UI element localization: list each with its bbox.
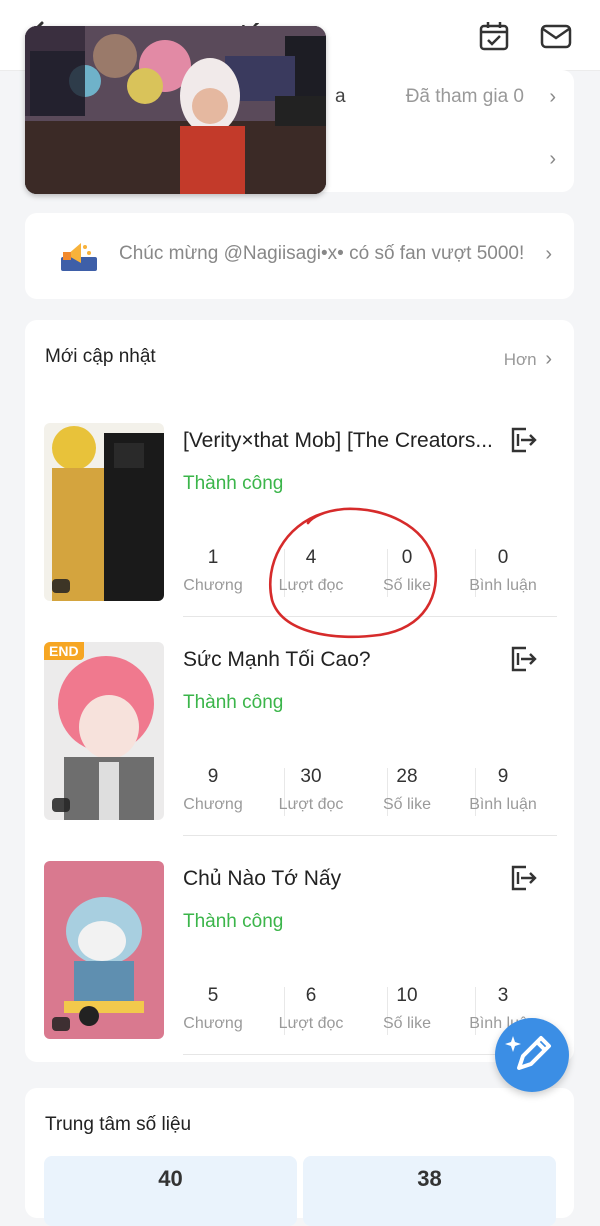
stat-value: 0 (401, 547, 413, 568)
story-status: Thành công (183, 911, 284, 932)
stat-label: Số like (382, 796, 432, 813)
story-title: Chủ Nào Tớ Nấy (183, 867, 342, 890)
mail-icon[interactable] (540, 20, 572, 52)
section-title: Mới cập nhật (45, 346, 156, 367)
story-cover[interactable] (44, 423, 164, 601)
stat-value: 10 (396, 985, 418, 1006)
exit-icon[interactable] (508, 863, 538, 893)
write-fab-button[interactable] (495, 1018, 569, 1092)
story-item[interactable]: END Sức Mạnh Tối Cao? Thành công 9 Chươn… (25, 642, 574, 842)
stat-label: Số like (382, 577, 432, 594)
story-cover[interactable] (44, 861, 164, 1039)
stat-chapters: 9 Chương (165, 762, 261, 820)
more-link[interactable]: Hơn › (504, 348, 552, 371)
stat-value: 5 (207, 985, 219, 1006)
data-box[interactable]: 40 (44, 1156, 297, 1226)
chevron-right-icon: › (549, 86, 556, 108)
end-badge: END (44, 642, 84, 660)
data-center-card: Trung tâm số liệu 40 38 (25, 1088, 574, 1226)
story-status: Thành công (183, 473, 284, 494)
stat-reads: 30 Lượt đọc (263, 762, 359, 820)
section-title: Trung tâm số liệu (45, 1114, 192, 1135)
chevron-right-icon: › (549, 148, 556, 170)
stat-value: 30 (300, 766, 322, 787)
stat-value: 28 (396, 766, 418, 787)
stat-likes: 28 Số like (359, 762, 455, 820)
story-title: Sức Mạnh Tối Cao? (183, 648, 371, 671)
stat-comments: 9 Bình luận (455, 762, 551, 820)
stat-reads: 4 Lượt đọc (263, 543, 359, 601)
stat-label: Chương (183, 796, 243, 813)
stat-value: 0 (497, 547, 509, 568)
stat-label: Lượt đọc (278, 796, 344, 813)
story-item[interactable]: Chủ Nào Tớ Nấy Thành công 5 Chương 6 Lượ… (25, 861, 574, 1061)
stat-label: Chương (183, 1015, 243, 1032)
divider (183, 835, 557, 836)
notice-banner[interactable]: Chúc mừng @Nagiisagi•x• có số fan vượt 5… (25, 213, 574, 299)
stat-value: 4 (305, 547, 317, 568)
video-frame (25, 26, 326, 194)
divider (183, 616, 557, 617)
megaphone-icon (61, 243, 97, 271)
pip-video-overlay[interactable] (25, 26, 326, 194)
stat-likes: 10 Số like (359, 981, 455, 1039)
stat-label: Lượt đọc (278, 577, 344, 594)
stat-reads: 6 Lượt đọc (263, 981, 359, 1039)
stat-value: 1 (207, 547, 219, 568)
story-title: [Verity×that Mob] [The Creators... (183, 429, 493, 452)
cover-art (44, 642, 164, 820)
stat-value: 9 (207, 766, 219, 787)
stat-value: 6 (305, 985, 317, 1006)
story-stats: 1 Chương 4 Lượt đọc 0 Số like 0 Bình luậ… (165, 543, 557, 601)
exit-icon[interactable] (508, 425, 538, 455)
stat-comments: 0 Bình luận (455, 543, 551, 601)
stat-chapters: 5 Chương (165, 981, 261, 1039)
stat-value: 9 (497, 766, 509, 787)
stat-label: Bình luận (469, 577, 537, 594)
comment-icon (52, 579, 70, 593)
comment-icon (52, 1017, 70, 1031)
stat-value: 3 (497, 985, 509, 1006)
stat-label: Bình luận (469, 796, 537, 813)
story-status: Thành công (183, 692, 284, 713)
data-box[interactable]: 38 (303, 1156, 556, 1226)
stat-label: Số like (382, 1015, 432, 1032)
joined-count: Đã tham gia 0 (405, 86, 524, 107)
notice-text: Chúc mừng @Nagiisagi•x• có số fan vượt 5… (119, 243, 525, 264)
more-label: Hơn (503, 350, 537, 369)
cover-art (44, 423, 164, 601)
comment-icon (52, 798, 70, 812)
stat-label: Lượt đọc (278, 1015, 344, 1032)
chevron-right-icon: › (545, 348, 552, 370)
exit-icon[interactable] (508, 644, 538, 674)
story-item[interactable]: [Verity×that Mob] [The Creators... Thành… (25, 423, 574, 623)
data-value: 38 (417, 1166, 442, 1191)
story-cover[interactable]: END (44, 642, 164, 820)
stat-label: Chương (183, 577, 243, 594)
chevron-right-icon: › (545, 243, 552, 265)
pencil-sparkle-icon (505, 1036, 551, 1070)
data-value: 40 (158, 1166, 183, 1191)
recent-updates-card: Mới cập nhật Hơn › [Verity×that Mob] [Th… (25, 320, 574, 1062)
row-name: a (335, 86, 346, 107)
stat-chapters: 1 Chương (165, 543, 261, 601)
calendar-check-icon[interactable] (478, 20, 510, 52)
story-stats: 9 Chương 30 Lượt đọc 28 Số like 9 Bình l… (165, 762, 557, 820)
stat-likes: 0 Số like (359, 543, 455, 601)
cover-art (44, 861, 164, 1039)
